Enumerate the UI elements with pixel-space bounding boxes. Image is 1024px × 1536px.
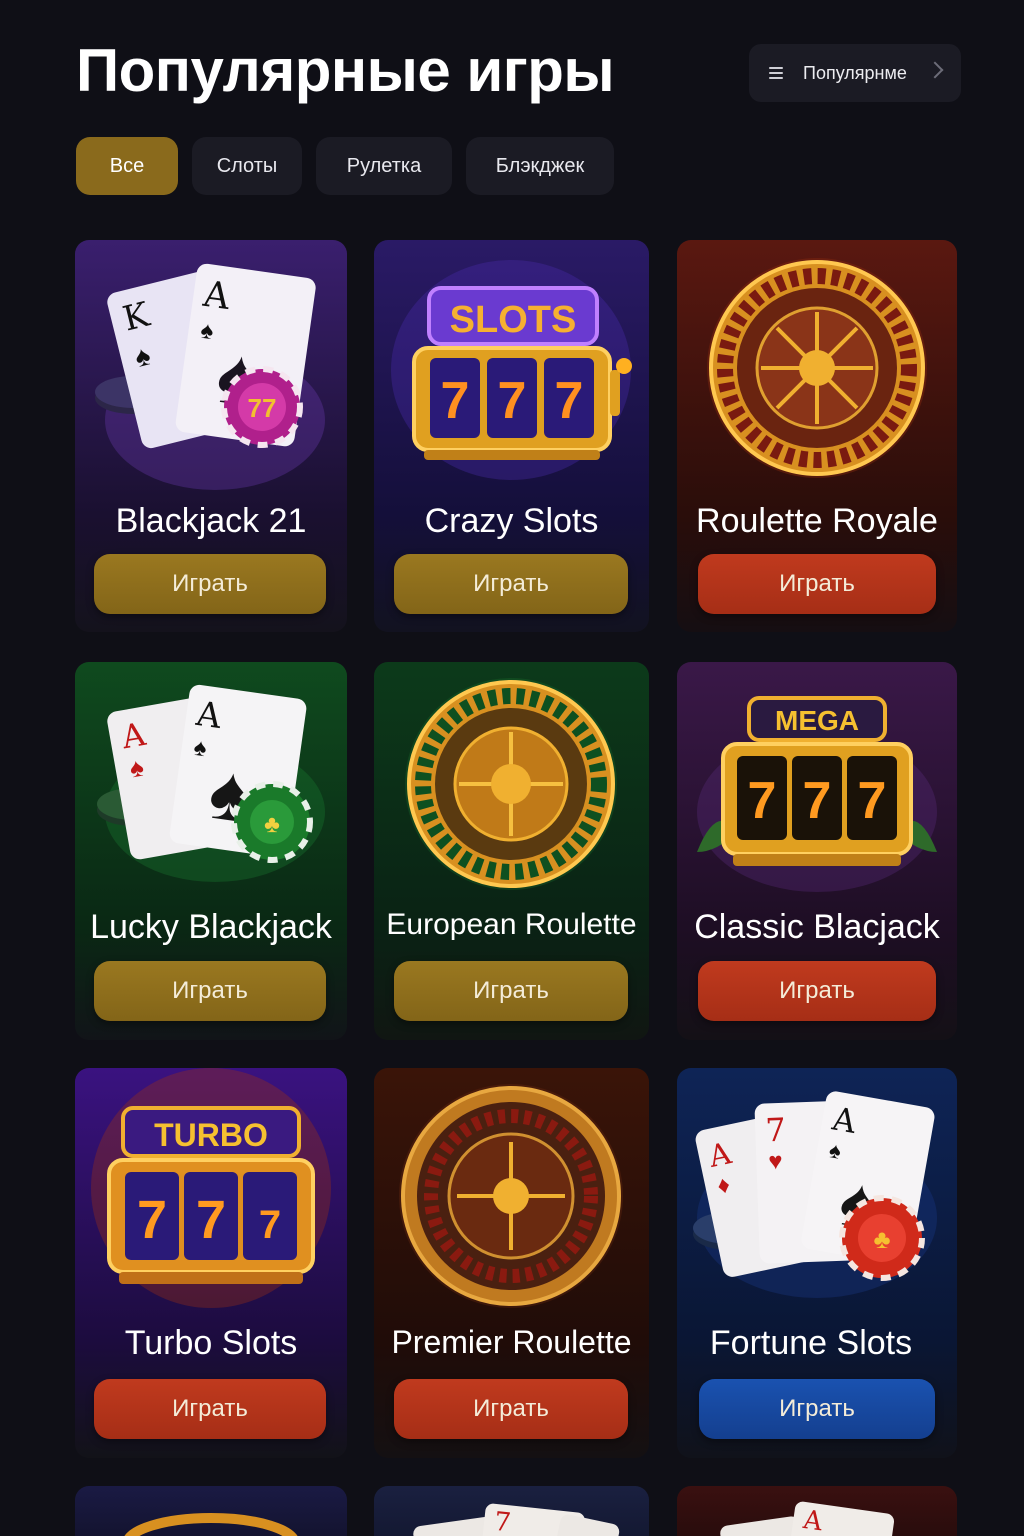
- chevron-right-icon: [926, 61, 944, 79]
- svg-text:77: 77: [248, 393, 277, 423]
- svg-text:7: 7: [493, 1507, 513, 1536]
- svg-text:7: 7: [765, 1111, 787, 1150]
- slot-machine-icon: SLOTS 7 7 7: [391, 260, 632, 480]
- game-title: Roulette Royale: [696, 502, 938, 540]
- game-card[interactable]: Roulette Royale Играть: [677, 240, 957, 632]
- game-card[interactable]: SLOTS 7 7 7 Crazy Slots Играть: [374, 240, 649, 632]
- play-button[interactable]: Играть: [94, 1379, 326, 1439]
- game-title: European Roulette: [386, 908, 637, 941]
- svg-text:♣: ♣: [264, 811, 280, 838]
- play-button[interactable]: Играть: [699, 1379, 935, 1439]
- menu-icon: [769, 67, 783, 79]
- svg-text:7: 7: [803, 772, 832, 830]
- svg-text:7: 7: [259, 1203, 281, 1247]
- game-card[interactable]: MEGA 7 7 7 Classic Blacjack Играть: [677, 662, 957, 1040]
- play-button[interactable]: Играть: [94, 554, 326, 614]
- game-card[interactable]: TURBO 7 7 7 Turbo Slots Играть: [75, 1068, 347, 1458]
- game-card[interactable]: K♠ A♠ ♠ 77 Blackjack 21 Играть: [75, 240, 347, 632]
- tab-all[interactable]: Все: [76, 137, 178, 195]
- svg-text:♥: ♥: [768, 1148, 783, 1175]
- svg-text:♣: ♣: [873, 1224, 890, 1254]
- cards-icon: A: [720, 1501, 895, 1536]
- play-button[interactable]: Играть: [394, 961, 628, 1021]
- game-card[interactable]: [75, 1486, 347, 1536]
- play-button[interactable]: Играть: [698, 554, 936, 614]
- play-button[interactable]: Играть: [394, 1379, 628, 1439]
- svg-text:7: 7: [748, 772, 777, 830]
- tab-slots[interactable]: Слоты: [192, 137, 302, 195]
- game-title: Turbo Slots: [124, 1324, 298, 1362]
- game-card[interactable]: A♦ 7♥ A♠ ♠ ♣ Fortune Slots Играть: [677, 1068, 957, 1458]
- game-card[interactable]: Premier Roulette Играть: [374, 1068, 649, 1458]
- slot-machine-icon: TURBO 7 7 7: [91, 1068, 331, 1308]
- play-button[interactable]: Играть: [698, 961, 936, 1021]
- tab-blackjack[interactable]: Блэкджек: [466, 137, 614, 195]
- game-card[interactable]: A: [677, 1486, 957, 1536]
- tab-roulette[interactable]: Рулетка: [316, 137, 452, 195]
- mega-sign: MEGA: [775, 705, 859, 736]
- roulette-wheel-icon: [124, 1513, 298, 1536]
- sort-dropdown[interactable]: Популярнме: [749, 44, 961, 102]
- cards-icon: 7: [413, 1503, 620, 1536]
- game-title: Lucky Blackjack: [90, 908, 332, 946]
- page-title: Популярные игры: [76, 37, 615, 104]
- svg-text:7: 7: [858, 772, 887, 830]
- roulette-wheel-icon: [405, 678, 617, 890]
- svg-text:7: 7: [137, 1190, 167, 1250]
- turbo-sign: TURBO: [154, 1117, 268, 1153]
- svg-text:7: 7: [441, 372, 470, 430]
- category-tabs: Все Слоты Рулетка Блэкджек: [76, 137, 614, 195]
- game-title: Crazy Slots: [424, 502, 599, 540]
- play-button[interactable]: Играть: [394, 554, 628, 614]
- sort-label: Популярнме: [803, 62, 907, 83]
- slots-sign: SLOTS: [450, 299, 577, 341]
- svg-text:7: 7: [498, 372, 527, 430]
- cards-icon: A♦ 7♥ A♠ ♠ ♣: [693, 1091, 937, 1298]
- game-title: Premier Roulette: [391, 1324, 632, 1360]
- roulette-wheel-icon: [399, 1084, 623, 1308]
- game-title: Fortune Slots: [709, 1324, 913, 1362]
- game-title: Classic Blacjack: [694, 908, 940, 946]
- cards-icon: K♠ A♠ ♠ 77: [95, 263, 325, 490]
- game-card[interactable]: A ♠ A ♠ ♠ ♣ Lucky Blackjack Играть: [75, 662, 347, 1040]
- svg-text:7: 7: [196, 1190, 226, 1250]
- game-card[interactable]: 7: [374, 1486, 649, 1536]
- cards-icon: A♠ A♠ ♠ ♣: [97, 684, 325, 882]
- play-button[interactable]: Играть: [94, 961, 326, 1021]
- svg-text:7: 7: [555, 372, 584, 430]
- game-card[interactable]: European Roulette Играть: [374, 662, 649, 1040]
- slot-machine-icon: MEGA 7 7 7: [697, 696, 937, 892]
- game-title: Blackjack 21: [115, 502, 307, 540]
- roulette-wheel-icon: [707, 258, 927, 478]
